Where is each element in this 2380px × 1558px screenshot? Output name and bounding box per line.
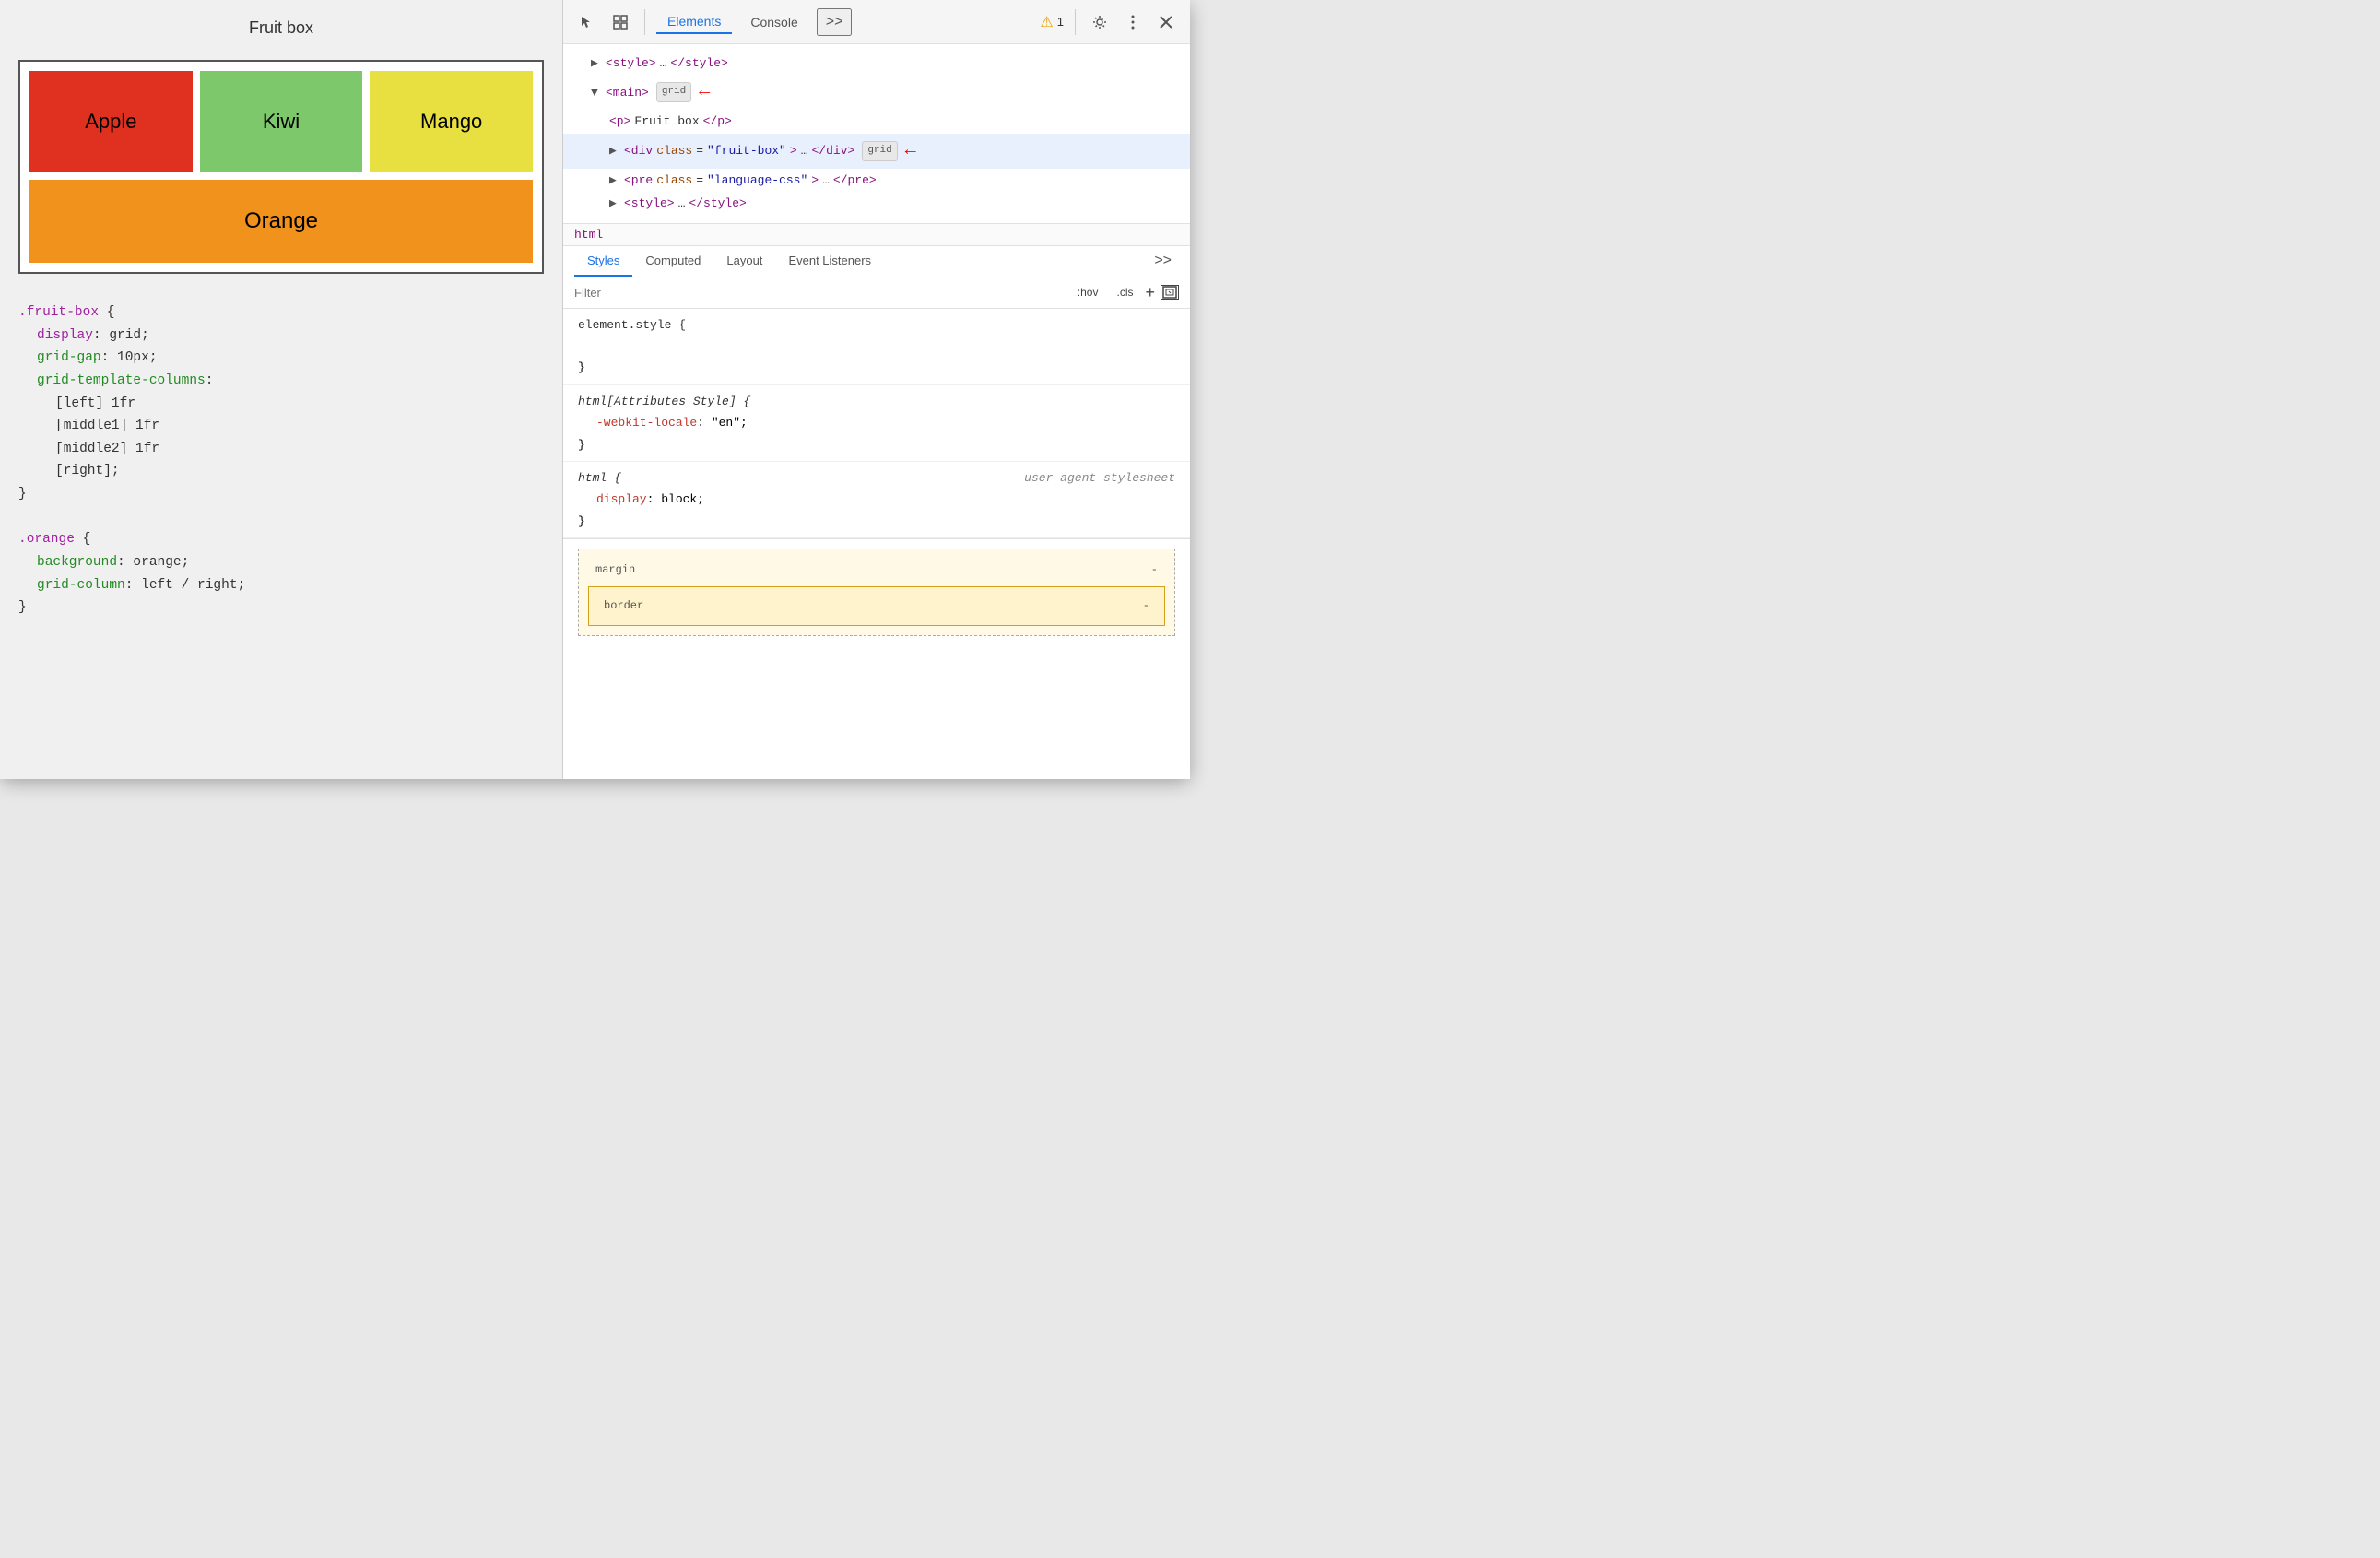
- separator: [644, 9, 645, 35]
- inspect-icon[interactable]: [607, 9, 633, 35]
- border-value: -: [1143, 596, 1149, 617]
- tab-styles[interactable]: Styles: [574, 246, 632, 277]
- more-style-tabs[interactable]: >>: [1147, 249, 1179, 273]
- tab-computed[interactable]: Computed: [632, 246, 713, 277]
- margin-label: margin: [595, 561, 635, 581]
- box-model-section: margin - border -: [563, 538, 1190, 645]
- settings-icon[interactable]: [1087, 9, 1113, 35]
- style-rule-element: element.style { }: [563, 309, 1190, 385]
- fruit-orange: Orange: [29, 180, 533, 263]
- expand-arrow[interactable]: ▼: [591, 82, 602, 103]
- fruit-kiwi: Kiwi: [200, 71, 363, 172]
- dom-p-tag[interactable]: <p>Fruit box</p>: [563, 110, 1190, 133]
- warning-count: 1: [1057, 15, 1064, 29]
- warning-icon: ⚠: [1040, 13, 1053, 31]
- cursor-icon[interactable]: [574, 9, 600, 35]
- box-model-container: margin - border -: [578, 549, 1175, 636]
- style-rule-html-attr: html[Attributes Style] { -webkit-locale:…: [563, 385, 1190, 462]
- expand-arrow[interactable]: ▶: [609, 140, 620, 161]
- separator2: [1075, 9, 1076, 35]
- devtools-topbar: Elements Console >> ⚠ 1: [563, 0, 1190, 44]
- css-selector-fruit-box: .fruit-box: [18, 305, 99, 320]
- fruit-box: Apple Kiwi Mango Orange: [18, 60, 544, 274]
- dom-style-tag2[interactable]: ▶ <style>…</style>: [563, 192, 1190, 215]
- dom-pre-tag[interactable]: ▶ <pre class="language-css">…</pre>: [563, 169, 1190, 192]
- grid-badge-div: grid: [862, 141, 897, 161]
- style-selector-element: element.style {: [578, 314, 1175, 336]
- css-code-block: .fruit-box { display: grid; grid-gap: 10…: [18, 292, 544, 629]
- border-label: border: [604, 596, 643, 617]
- filter-bar: :hov .cls +: [563, 277, 1190, 309]
- cls-button[interactable]: .cls: [1110, 283, 1139, 301]
- styles-content: element.style { } html[Attributes Style]…: [563, 309, 1190, 779]
- page-title: Fruit box: [18, 18, 544, 38]
- left-panel: Fruit box Apple Kiwi Mango Orange .fruit…: [0, 0, 562, 779]
- tab-event-listeners[interactable]: Event Listeners: [775, 246, 884, 277]
- style-rule-html: html { user agent stylesheet display: bl…: [563, 462, 1190, 538]
- more-tabs-icon[interactable]: >>: [817, 8, 853, 36]
- grid-badge: grid: [656, 82, 691, 102]
- dom-main-tag[interactable]: ▼ <main> grid ←: [563, 75, 1190, 110]
- breadcrumb-html[interactable]: html: [574, 228, 603, 242]
- dom-style-tag[interactable]: ▶ <style>…</style>: [563, 52, 1190, 75]
- devtools-panel: Elements Console >> ⚠ 1: [562, 0, 1190, 779]
- box-model-inner: border -: [588, 586, 1165, 627]
- style-selector-html-attr: html[Attributes Style] {: [578, 391, 1175, 412]
- dom-div-fruit-box[interactable]: ▶ <div class="fruit-box">…</div> grid ←: [563, 134, 1190, 169]
- css-selector-orange: .orange: [18, 532, 75, 547]
- warning-badge: ⚠ 1: [1040, 13, 1064, 31]
- style-selector-html: html {: [578, 471, 621, 485]
- hov-button[interactable]: :hov: [1071, 283, 1105, 301]
- close-icon[interactable]: [1153, 9, 1179, 35]
- tab-layout[interactable]: Layout: [713, 246, 775, 277]
- margin-value: -: [1151, 561, 1158, 581]
- expand-arrow[interactable]: ▶: [609, 193, 620, 214]
- breadcrumb-bar: html: [563, 224, 1190, 246]
- filter-input[interactable]: [574, 286, 1064, 300]
- dom-tree: ▶ <style>…</style> ▼ <main> grid ← <p>Fr…: [563, 44, 1190, 224]
- add-style-icon[interactable]: +: [1145, 283, 1155, 302]
- fruit-mango: Mango: [370, 71, 533, 172]
- user-agent-comment: user agent stylesheet: [1024, 467, 1175, 489]
- tab-elements[interactable]: Elements: [656, 10, 732, 34]
- margin-row: margin -: [588, 559, 1165, 583]
- tab-console[interactable]: Console: [739, 11, 808, 33]
- red-arrow-main: ←: [699, 76, 710, 109]
- box-model-toggle-icon[interactable]: [1161, 285, 1179, 300]
- more-options-icon[interactable]: [1120, 9, 1146, 35]
- red-arrow-div: ←: [905, 135, 916, 168]
- filter-actions: :hov .cls +: [1071, 283, 1179, 302]
- expand-arrow[interactable]: ▶: [609, 170, 620, 191]
- border-row: border -: [596, 595, 1157, 619]
- fruit-apple: Apple: [29, 71, 193, 172]
- styles-tabbar: Styles Computed Layout Event Listeners >…: [563, 246, 1190, 277]
- expand-arrow[interactable]: ▶: [591, 53, 602, 74]
